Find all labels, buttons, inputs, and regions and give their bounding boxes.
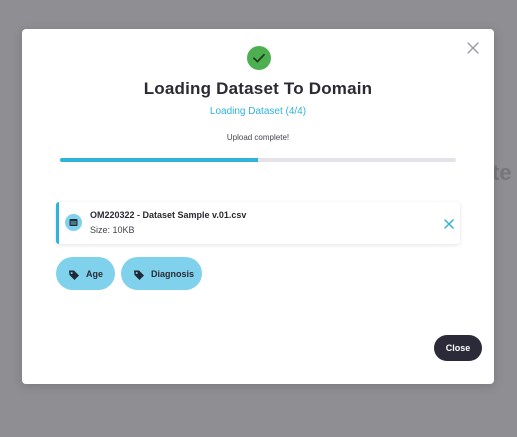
tag-icon: [133, 268, 145, 280]
tag-label: Age: [86, 268, 104, 279]
background-page-text: te: [492, 160, 512, 185]
file-name: OM220322 - Dataset Sample v.01.csv: [90, 210, 247, 220]
modal-close-icon[interactable]: [464, 39, 484, 59]
modal-title: Loading Dataset To Domain: [143, 79, 373, 98]
uploaded-file-card: OM220322 - Dataset Sample v.01.csv Size:…: [56, 202, 460, 244]
remove-file-icon[interactable]: [443, 217, 455, 229]
tag-age[interactable]: Age: [56, 257, 115, 290]
check-circle-icon: [247, 46, 271, 70]
upload-status-text: Upload complete!: [226, 133, 290, 142]
close-button[interactable]: Close: [434, 335, 482, 361]
dataset-icon: [65, 214, 82, 231]
upload-progress-fill: [60, 158, 258, 162]
loading-progress-label: Loading Dataset (4/4): [209, 106, 307, 117]
tag-icon: [68, 268, 80, 280]
tag-diagnosis[interactable]: Diagnosis: [121, 257, 202, 290]
upload-modal: Loading Dataset To Domain Loading Datase…: [22, 29, 494, 384]
upload-progress-bar: [60, 158, 456, 162]
file-size: Size: 10KB: [90, 225, 135, 235]
tag-label: Diagnosis: [151, 268, 195, 279]
